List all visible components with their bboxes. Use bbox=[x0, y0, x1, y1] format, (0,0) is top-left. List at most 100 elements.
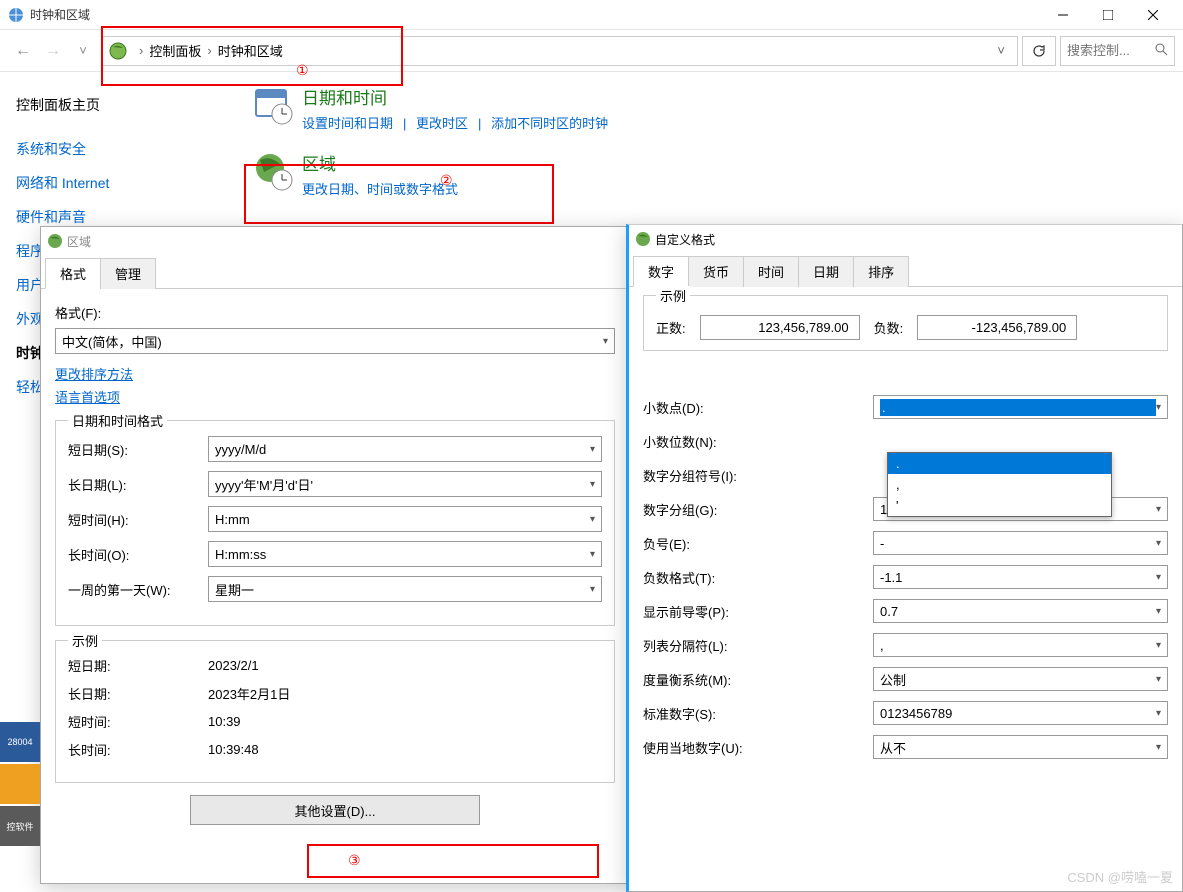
region-dialog: 区域 格式 管理 格式(F): 中文(简体，中国) ▾ 更改排序方法 语言首选项… bbox=[40, 226, 630, 884]
tab-format[interactable]: 格式 bbox=[45, 258, 101, 289]
sidebar-item[interactable]: 系统和安全 bbox=[16, 132, 240, 166]
sidebar-head[interactable]: 控制面板主页 bbox=[16, 88, 240, 122]
row-label: 标准数字(S): bbox=[643, 704, 873, 723]
format-combo[interactable]: 中文(简体，中国) ▾ bbox=[55, 328, 615, 354]
crumb-sep-icon: › bbox=[207, 43, 211, 58]
dialog-title: 区域 bbox=[67, 233, 91, 250]
category-title[interactable]: 日期和时间 bbox=[302, 84, 612, 109]
combo-value: 中文(简体，中国) bbox=[62, 332, 603, 351]
positive-value: 123,456,789.00 bbox=[700, 315, 860, 340]
tab-number[interactable]: 数字 bbox=[633, 256, 689, 287]
row-label: 长时间(O): bbox=[68, 545, 208, 564]
chevron-down-icon: ▾ bbox=[590, 514, 595, 525]
watermark: CSDN @唠嗑一夏 bbox=[1067, 867, 1173, 886]
window-titlebar: 时钟和区域 bbox=[0, 0, 1183, 30]
taskbar-item[interactable] bbox=[0, 764, 40, 804]
example-value: 2023/2/1 bbox=[208, 658, 259, 673]
leadzero-combo[interactable]: 0.7▾ bbox=[873, 599, 1168, 623]
row-label: 数字分组符号(I): bbox=[643, 466, 873, 485]
other-settings-button[interactable]: 其他设置(D)... bbox=[190, 795, 480, 825]
chevron-down-icon: ▾ bbox=[590, 479, 595, 490]
dropdown-item[interactable]: . bbox=[888, 453, 1111, 474]
example-fieldset: 示例 正数: 123,456,789.00 负数: -123,456,789.0… bbox=[643, 295, 1168, 351]
category-link[interactable]: 设置时间和日期 bbox=[302, 116, 393, 131]
tab-date[interactable]: 日期 bbox=[798, 256, 854, 287]
row-label: 负数格式(T): bbox=[643, 568, 873, 587]
tab-sort[interactable]: 排序 bbox=[853, 256, 909, 287]
chevron-down-icon: ▾ bbox=[590, 444, 595, 455]
custom-format-dialog: 自定义格式 数字 货币 时间 日期 排序 示例 正数: 123,456,789.… bbox=[626, 224, 1183, 892]
address-bar[interactable]: › 控制面板 › 时钟和区域 ˅ bbox=[102, 36, 1018, 66]
dropdown-item[interactable]: ' bbox=[888, 495, 1111, 516]
chevron-down-icon: ▾ bbox=[1156, 504, 1161, 515]
forward-button[interactable]: → bbox=[38, 42, 68, 60]
tab-currency[interactable]: 货币 bbox=[688, 256, 744, 287]
decimal-dropdown[interactable]: . , ' bbox=[887, 452, 1112, 517]
row-label: 使用当地数字(U): bbox=[643, 738, 873, 757]
category-link[interactable]: 添加不同时区的时钟 bbox=[491, 116, 608, 131]
crumb-sep-icon: › bbox=[139, 43, 143, 58]
row-label: 度量衡系统(M): bbox=[643, 670, 873, 689]
dropdown-item[interactable]: , bbox=[888, 474, 1111, 495]
chevron-down-icon: ▾ bbox=[1156, 538, 1161, 549]
row-label: 小数位数(N): bbox=[643, 432, 873, 451]
long-time-combo[interactable]: H:mm:ss▾ bbox=[208, 541, 602, 567]
row-label: 小数点(D): bbox=[643, 398, 873, 417]
minimize-button[interactable] bbox=[1040, 1, 1085, 29]
long-date-combo[interactable]: yyyy'年'M'月'd'日'▾ bbox=[208, 471, 602, 497]
short-date-combo[interactable]: yyyy/M/d▾ bbox=[208, 436, 602, 462]
search-box[interactable] bbox=[1060, 36, 1175, 66]
chevron-down-icon: ▾ bbox=[1156, 606, 1161, 617]
example-value: 2023年2月1日 bbox=[208, 684, 290, 703]
row-label: 负号(E): bbox=[643, 534, 873, 553]
negformat-combo[interactable]: -1.1▾ bbox=[873, 565, 1168, 589]
short-time-combo[interactable]: H:mm▾ bbox=[208, 506, 602, 532]
example-fieldset: 示例 短日期:2023/2/1 长日期:2023年2月1日 短时间:10:39 … bbox=[55, 640, 615, 783]
tabs: 格式 管理 bbox=[41, 257, 629, 289]
annotation-number: ③ bbox=[348, 852, 361, 869]
sort-link[interactable]: 更改排序方法 bbox=[55, 364, 133, 383]
example-label: 短时间: bbox=[68, 712, 208, 731]
listsep-combo[interactable]: ,▾ bbox=[873, 633, 1168, 657]
tabs: 数字 货币 时间 日期 排序 bbox=[629, 255, 1182, 287]
address-dropdown-icon[interactable]: ˅ bbox=[991, 43, 1011, 58]
close-button[interactable] bbox=[1130, 1, 1175, 29]
taskbar-item[interactable]: 28004 bbox=[0, 722, 40, 762]
search-input[interactable] bbox=[1067, 43, 1137, 58]
breadcrumb-item[interactable]: 控制面板 bbox=[149, 41, 201, 60]
nativedigits-combo[interactable]: 从不▾ bbox=[873, 735, 1168, 759]
breadcrumb-item[interactable]: 时钟和区域 bbox=[218, 41, 283, 60]
stddigits-combo[interactable]: 0123456789▾ bbox=[873, 701, 1168, 725]
globe-clock-icon bbox=[252, 150, 294, 192]
app-icon bbox=[8, 7, 24, 23]
sidebar-item[interactable]: 网络和 Internet bbox=[16, 166, 240, 200]
negsign-combo[interactable]: -▾ bbox=[873, 531, 1168, 555]
chevron-down-icon: ▾ bbox=[1156, 572, 1161, 583]
fieldset-title: 日期和时间格式 bbox=[68, 411, 167, 430]
chevron-down-icon: ▾ bbox=[603, 336, 608, 347]
measure-combo[interactable]: 公制▾ bbox=[873, 667, 1168, 691]
category-title[interactable]: 区域 bbox=[302, 150, 462, 175]
window-title: 时钟和区域 bbox=[30, 6, 1040, 23]
row-label: 显示前导零(P): bbox=[643, 602, 873, 621]
row-label: 列表分隔符(L): bbox=[643, 636, 873, 655]
tab-time[interactable]: 时间 bbox=[743, 256, 799, 287]
chevron-down-icon: ▾ bbox=[590, 584, 595, 595]
search-icon bbox=[1155, 43, 1168, 59]
category-link[interactable]: 更改时区 bbox=[416, 116, 468, 131]
annotation-number: ② bbox=[440, 172, 453, 189]
example-label: 短日期: bbox=[68, 656, 208, 675]
maximize-button[interactable] bbox=[1085, 1, 1130, 29]
tab-admin[interactable]: 管理 bbox=[100, 258, 156, 289]
row-label: 短日期(S): bbox=[68, 440, 208, 459]
back-button[interactable]: ← bbox=[8, 42, 38, 60]
first-day-combo[interactable]: 星期一▾ bbox=[208, 576, 602, 602]
refresh-button[interactable] bbox=[1022, 36, 1056, 66]
chevron-down-icon: ▾ bbox=[1156, 708, 1161, 719]
decimal-combo[interactable]: .▾ bbox=[873, 395, 1168, 419]
category-link[interactable]: 更改日期、时间或数字格式 bbox=[302, 182, 458, 197]
taskbar-item[interactable]: 控软件 bbox=[0, 806, 40, 846]
lang-link[interactable]: 语言首选项 bbox=[55, 387, 120, 406]
fieldset-title: 示例 bbox=[656, 286, 690, 305]
up-button[interactable]: ˅ bbox=[68, 43, 98, 58]
